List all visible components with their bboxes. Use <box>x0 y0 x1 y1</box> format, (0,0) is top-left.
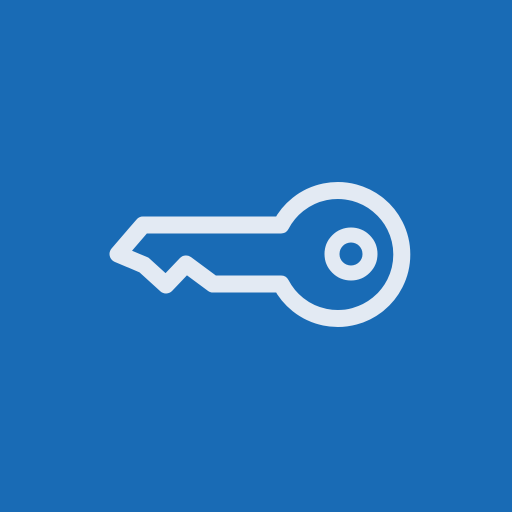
app-icon-tile <box>0 0 512 512</box>
key-icon <box>0 0 512 512</box>
key-outline <box>109 182 411 327</box>
key-hole <box>324 227 378 281</box>
